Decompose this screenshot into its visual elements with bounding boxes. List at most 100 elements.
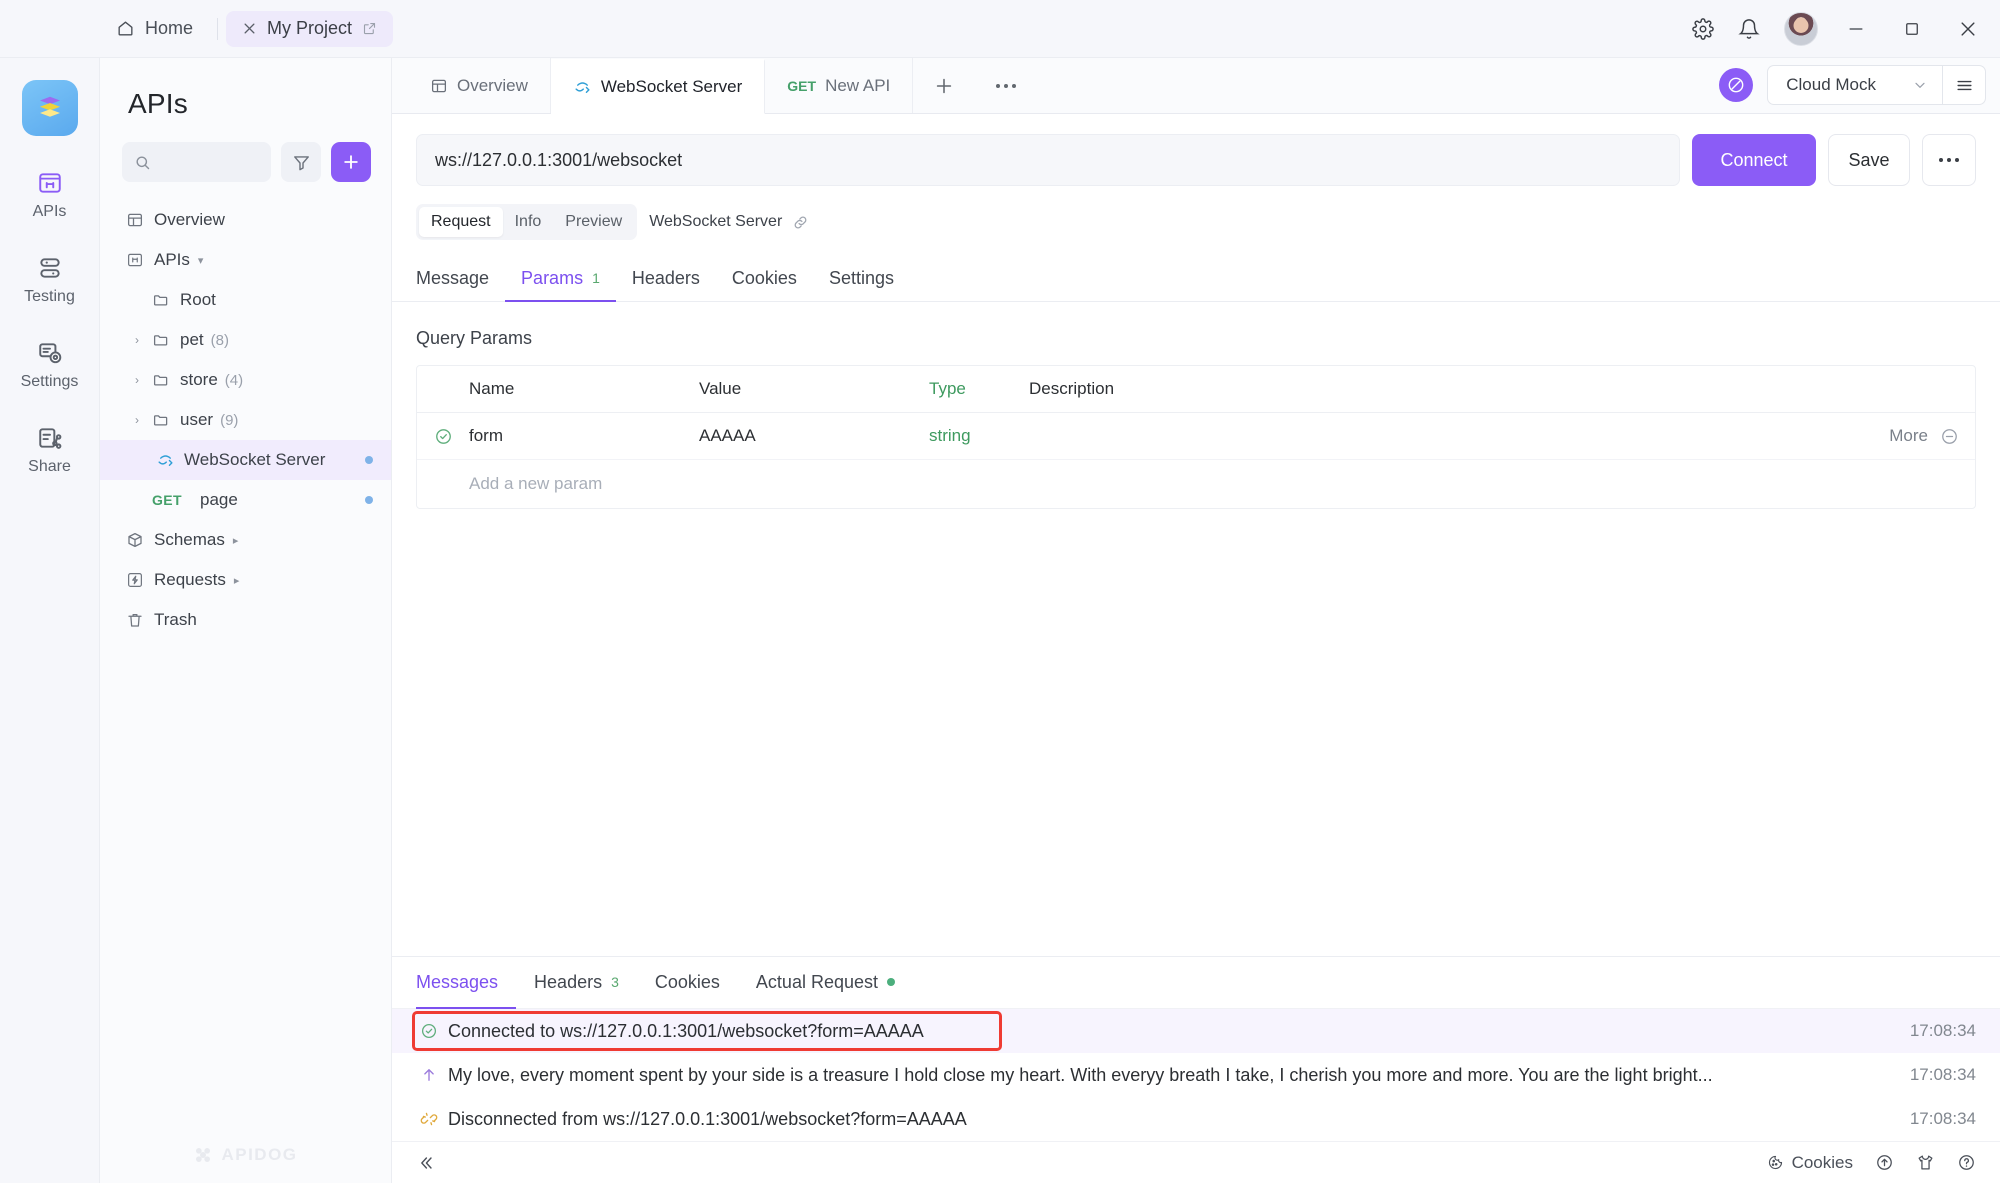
- chevron-right-icon[interactable]: ▸: [234, 574, 240, 587]
- chevron-right-icon[interactable]: ▸: [233, 534, 239, 547]
- maximize-icon[interactable]: [1884, 0, 1940, 58]
- sidebar-item-pet[interactable]: › pet (8): [100, 320, 391, 360]
- tab-cookies[interactable]: Cookies: [716, 256, 813, 302]
- apidog-watermark-label: APIDOG: [221, 1145, 298, 1164]
- tab-message[interactable]: Message: [416, 256, 505, 302]
- chevron-right-icon[interactable]: ›: [126, 333, 148, 347]
- upload-circle-icon[interactable]: [1875, 1153, 1894, 1172]
- close-icon[interactable]: [242, 21, 257, 36]
- seg-info[interactable]: Info: [503, 207, 554, 237]
- tab-response-headers[interactable]: Headers 3: [516, 957, 637, 1009]
- gear-icon[interactable]: [1680, 6, 1726, 52]
- add-param-row[interactable]: Add a new param: [417, 460, 1975, 508]
- sidebar-item-page[interactable]: GET page: [100, 480, 391, 520]
- home-tab[interactable]: Home: [100, 11, 209, 47]
- minus-circle-icon[interactable]: [1940, 427, 1959, 446]
- param-name[interactable]: form: [469, 426, 699, 446]
- add-param-placeholder[interactable]: Add a new param: [469, 474, 602, 494]
- sidebar-item-overview[interactable]: Overview: [100, 200, 391, 240]
- message-row-sent[interactable]: My love, every moment spent by your side…: [392, 1053, 2000, 1097]
- more-button[interactable]: More: [1889, 426, 1928, 446]
- sidebar-item-count: (4): [224, 371, 244, 389]
- filter-icon[interactable]: [281, 142, 321, 182]
- sidebar-item-label: APIs: [154, 250, 190, 269]
- tab-new-api[interactable]: GET New API: [765, 58, 914, 113]
- editor-tab-bar: Overview WebSocket Server GET New API Cl…: [392, 58, 2000, 114]
- sidebar-item-store[interactable]: › store (4): [100, 360, 391, 400]
- message-row-disconnected[interactable]: Disconnected from ws://127.0.0.1:3001/we…: [392, 1097, 2000, 1141]
- schemas-icon: [122, 531, 148, 549]
- chevron-down-icon[interactable]: ▾: [198, 254, 204, 267]
- subtab-count: 1: [592, 270, 600, 286]
- sidebar-item-label: Requests: [154, 570, 226, 589]
- minimize-icon[interactable]: [1828, 0, 1884, 58]
- tab-params[interactable]: Params 1: [505, 256, 616, 302]
- add-api-button[interactable]: [331, 142, 371, 182]
- param-value[interactable]: AAAAA: [699, 426, 929, 446]
- tab-actual-request[interactable]: Actual Request: [738, 957, 913, 1009]
- param-type[interactable]: string: [929, 426, 1029, 446]
- seg-preview[interactable]: Preview: [553, 207, 634, 237]
- sidebar-item-schemas[interactable]: Schemas ▸: [100, 520, 391, 560]
- sidebar-item-root[interactable]: Root: [100, 280, 391, 320]
- theme-shirt-icon[interactable]: [1916, 1153, 1935, 1172]
- more-horizontal-icon[interactable]: [1922, 134, 1976, 186]
- url-field-wrapper[interactable]: [416, 134, 1680, 186]
- status-dot: [365, 456, 373, 464]
- hamburger-icon[interactable]: [1942, 65, 1986, 105]
- response-tabs: Messages Headers 3 Cookies Actual Reques…: [392, 957, 2000, 1009]
- status-dot: [365, 496, 373, 504]
- chevron-right-icon[interactable]: ›: [126, 373, 148, 387]
- help-circle-icon[interactable]: [1957, 1153, 1976, 1172]
- tab-headers[interactable]: Headers: [616, 256, 716, 302]
- chevron-down-icon: [1912, 77, 1928, 93]
- sidebar-item-apis[interactable]: APIs ▾: [100, 240, 391, 280]
- tab-settings[interactable]: Settings: [813, 256, 910, 302]
- check-circle-icon: [416, 1022, 442, 1040]
- check-circle-icon[interactable]: [417, 427, 469, 446]
- link-icon[interactable]: [792, 214, 809, 231]
- rail-item-apis[interactable]: APIs: [0, 170, 99, 221]
- sidebar-item-user[interactable]: › user (9): [100, 400, 391, 440]
- chevron-right-icon[interactable]: ›: [126, 413, 148, 427]
- mock-environment-label: Cloud Mock: [1786, 75, 1876, 94]
- tab-websocket-server[interactable]: WebSocket Server: [550, 59, 766, 114]
- mock-environment-select[interactable]: Cloud Mock: [1767, 65, 1942, 105]
- more-horizontal-icon[interactable]: [975, 58, 1037, 113]
- cookies-button[interactable]: Cookies: [1767, 1153, 1853, 1173]
- collapse-left-icon[interactable]: [416, 1153, 436, 1173]
- column-header-type: Type: [929, 379, 966, 398]
- bell-icon[interactable]: [1726, 6, 1772, 52]
- sidebar-item-trash[interactable]: Trash: [100, 600, 391, 640]
- overview-icon: [430, 77, 448, 95]
- url-input[interactable]: [435, 149, 1661, 171]
- tab-messages[interactable]: Messages: [416, 957, 517, 1009]
- search-input[interactable]: [160, 153, 259, 171]
- tab-response-cookies[interactable]: Cookies: [637, 957, 738, 1009]
- search-box[interactable]: [122, 142, 271, 182]
- table-row[interactable]: form AAAAA string More: [417, 413, 1975, 460]
- disconnected-icon: [416, 1110, 442, 1128]
- sidebar-item-label: Trash: [154, 610, 197, 629]
- subtab-label: Cookies: [731, 267, 797, 288]
- save-button[interactable]: Save: [1828, 134, 1910, 186]
- mock-icon[interactable]: [1719, 68, 1754, 102]
- seg-request[interactable]: Request: [419, 207, 503, 237]
- avatar[interactable]: [1784, 11, 1818, 46]
- tab-overview[interactable]: Overview: [408, 58, 551, 113]
- project-tab[interactable]: My Project: [226, 10, 394, 47]
- close-icon[interactable]: [1940, 0, 1996, 58]
- message-row-connected[interactable]: Connected to ws://127.0.0.1:3001/websock…: [392, 1009, 2000, 1053]
- subtab-label: Headers: [631, 267, 700, 288]
- apidog-logo[interactable]: [21, 80, 78, 136]
- connect-button[interactable]: Connect: [1692, 134, 1816, 186]
- new-tab-button[interactable]: [913, 58, 975, 113]
- sidebar-item-websocket-server[interactable]: WebSocket Server: [100, 440, 391, 480]
- rail-item-settings[interactable]: Settings: [0, 340, 99, 391]
- sidebar-item-requests[interactable]: Requests ▸: [100, 560, 391, 600]
- rail-item-testing[interactable]: Testing: [0, 255, 99, 306]
- tabbar-right: Cloud Mock: [1719, 65, 2000, 113]
- external-link-icon[interactable]: [362, 21, 377, 36]
- rail-item-share[interactable]: Share: [0, 425, 99, 476]
- rail-item-label: APIs: [32, 203, 67, 220]
